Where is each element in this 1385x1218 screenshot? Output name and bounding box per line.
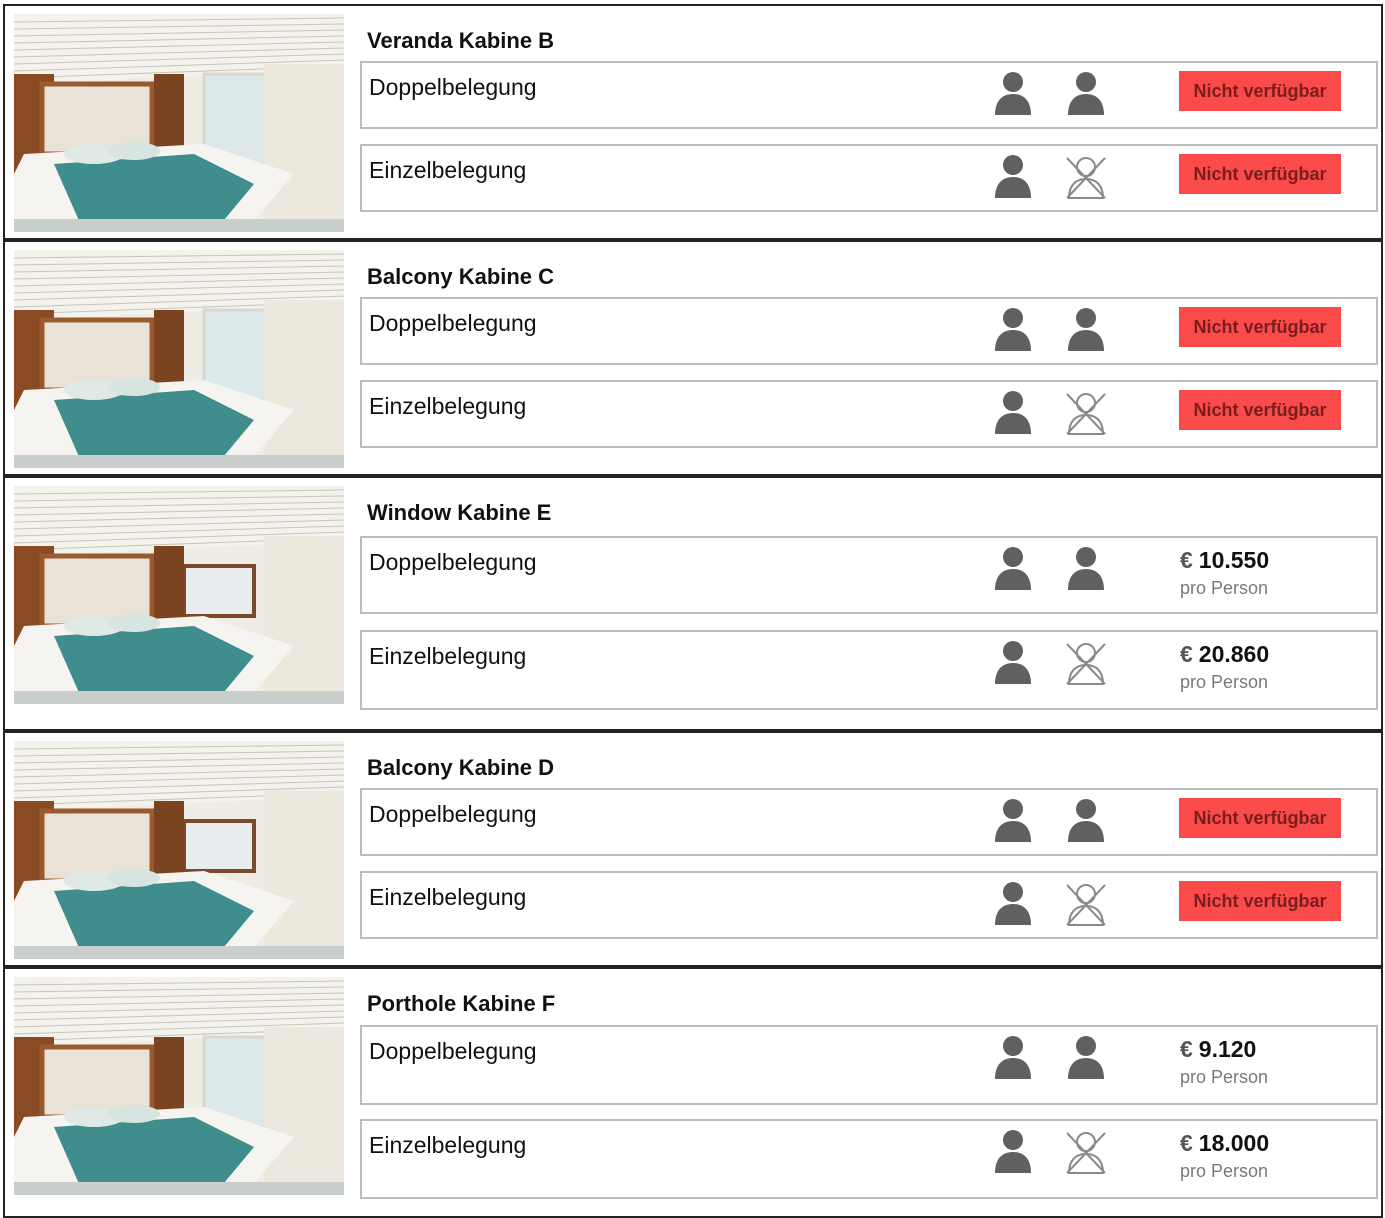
cabin-photo[interactable] xyxy=(14,486,344,704)
price-amount: 18.000 xyxy=(1198,1130,1270,1156)
person-icon xyxy=(1065,798,1107,844)
cabin-photo[interactable] xyxy=(14,250,344,468)
occupancy-label: Doppelbelegung xyxy=(369,74,537,100)
person-icon xyxy=(1065,1035,1107,1081)
occupancy-label: Einzelbelegung xyxy=(369,393,527,419)
cabin-card: Balcony Kabine D Doppelbelegung Nicht verf… xyxy=(3,731,1383,967)
unavailable-badge: Nicht verfügbar xyxy=(1179,154,1341,194)
occupancy-row-double[interactable]: Doppelbelegung Nicht verfügbar xyxy=(360,61,1378,129)
per-person-label: pro Person xyxy=(1180,1161,1269,1181)
cabin-list: Veranda Kabine B Doppelbelegung Nicht verf… xyxy=(0,0,1385,1218)
person-icon xyxy=(992,71,1034,117)
occupancy-row-single[interactable]: Einzelbelegung €18.000 pro Person xyxy=(360,1119,1378,1199)
occupancy-row-double[interactable]: Doppelbelegung €10.550 pro Person xyxy=(360,536,1378,614)
person-icon xyxy=(992,640,1034,686)
person-crossed-icon xyxy=(1065,640,1107,686)
cabin-photo[interactable] xyxy=(14,741,344,959)
person-icon xyxy=(992,154,1034,200)
price-amount: 10.550 xyxy=(1198,547,1270,573)
person-icon xyxy=(992,546,1034,592)
occupancy-label: Einzelbelegung xyxy=(369,157,527,183)
price-amount: 20.860 xyxy=(1198,641,1270,667)
cabin-card: Veranda Kabine B Doppelbelegung Nicht verf… xyxy=(3,4,1383,240)
occupancy-row-single[interactable]: Einzelbelegung €20.860 pro Person xyxy=(360,630,1378,710)
price-amount: 9.120 xyxy=(1198,1036,1257,1062)
cabin-title: Porthole Kabine F xyxy=(367,991,556,1016)
occupancy-row-double[interactable]: Doppelbelegung Nicht verfügbar xyxy=(360,788,1378,856)
per-person-label: pro Person xyxy=(1180,672,1269,692)
occupancy-label: Doppelbelegung xyxy=(369,549,537,575)
occupancy-row-single[interactable]: Einzelbelegung Nicht verfügbar xyxy=(360,380,1378,448)
unavailable-badge: Nicht verfügbar xyxy=(1179,307,1341,347)
cabin-card: Balcony Kabine C Doppelbelegung Nicht verf… xyxy=(3,240,1383,476)
unavailable-badge: Nicht verfügbar xyxy=(1179,881,1341,921)
price-block[interactable]: €20.860 pro Person xyxy=(1180,640,1269,694)
occupancy-label: Einzelbelegung xyxy=(369,884,527,910)
cabin-photo[interactable] xyxy=(14,977,344,1195)
person-icon xyxy=(992,881,1034,927)
occupancy-label: Doppelbelegung xyxy=(369,801,537,827)
person-crossed-icon xyxy=(1065,154,1107,200)
person-crossed-icon xyxy=(1065,1129,1107,1175)
person-icon xyxy=(992,798,1034,844)
currency-symbol: € xyxy=(1180,547,1193,573)
person-icon xyxy=(1065,307,1107,353)
cabin-card: Window Kabine E Doppelbelegung €10.550 pro … xyxy=(3,476,1383,731)
cabin-title: Balcony Kabine D xyxy=(367,755,555,780)
person-icon xyxy=(1065,71,1107,117)
occupancy-row-single[interactable]: Einzelbelegung Nicht verfügbar xyxy=(360,144,1378,212)
unavailable-badge: Nicht verfügbar xyxy=(1179,71,1341,111)
per-person-label: pro Person xyxy=(1180,578,1269,598)
occupancy-label: Einzelbelegung xyxy=(369,1132,527,1158)
unavailable-badge: Nicht verfügbar xyxy=(1179,390,1341,430)
price-block[interactable]: €9.120 pro Person xyxy=(1180,1035,1268,1089)
person-crossed-icon xyxy=(1065,881,1107,927)
price-block[interactable]: €10.550 pro Person xyxy=(1180,546,1269,600)
per-person-label: pro Person xyxy=(1180,1067,1269,1087)
cabin-title: Veranda Kabine B xyxy=(367,28,555,53)
occupancy-row-single[interactable]: Einzelbelegung Nicht verfügbar xyxy=(360,871,1378,939)
person-icon xyxy=(992,307,1034,353)
person-icon xyxy=(992,1035,1034,1081)
person-icon xyxy=(1065,546,1107,592)
unavailable-badge: Nicht verfügbar xyxy=(1179,798,1341,838)
price-block[interactable]: €18.000 pro Person xyxy=(1180,1129,1269,1183)
occupancy-row-double[interactable]: Doppelbelegung Nicht verfügbar xyxy=(360,297,1378,365)
currency-symbol: € xyxy=(1180,641,1193,667)
occupancy-row-double[interactable]: Doppelbelegung €9.120 pro Person xyxy=(360,1025,1378,1105)
person-crossed-icon xyxy=(1065,390,1107,436)
cabin-card: Porthole Kabine F Doppelbelegung €9.120 pro… xyxy=(3,967,1383,1218)
person-icon xyxy=(992,1129,1034,1175)
cabin-photo[interactable] xyxy=(14,14,344,232)
occupancy-label: Doppelbelegung xyxy=(369,310,537,336)
currency-symbol: € xyxy=(1180,1130,1193,1156)
person-icon xyxy=(992,390,1034,436)
currency-symbol: € xyxy=(1180,1036,1193,1062)
cabin-title: Balcony Kabine C xyxy=(367,264,555,289)
cabin-title: Window Kabine E xyxy=(367,500,552,525)
occupancy-label: Einzelbelegung xyxy=(369,643,527,669)
occupancy-label: Doppelbelegung xyxy=(369,1038,537,1064)
